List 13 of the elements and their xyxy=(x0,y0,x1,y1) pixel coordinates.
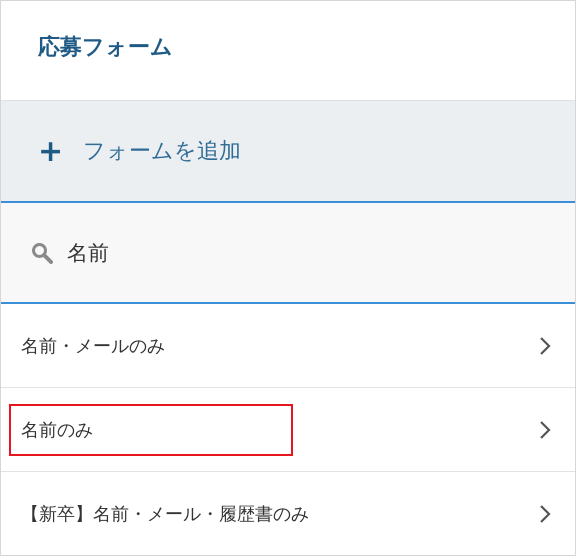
chevron-right-icon xyxy=(539,336,551,356)
panel-title: 応募フォーム xyxy=(38,34,173,62)
form-name: 名前・メールのみ xyxy=(20,334,166,358)
chevron-right-icon xyxy=(539,504,551,524)
chevron-right-icon xyxy=(539,420,551,440)
form-name: 名前のみ xyxy=(9,404,293,456)
add-form-button[interactable]: + フォームを追加 xyxy=(1,101,575,203)
search-field[interactable]: 名前 xyxy=(67,240,545,264)
search-icon xyxy=(31,242,53,264)
form-name: 【新卒】名前・メール・履歴書のみ xyxy=(20,502,310,526)
form-list-item[interactable]: 【新卒】名前・メール・履歴書のみ xyxy=(1,472,575,555)
form-list-item[interactable]: 名前・メールのみ xyxy=(1,304,575,388)
form-list-item[interactable]: 名前のみ xyxy=(1,388,575,472)
